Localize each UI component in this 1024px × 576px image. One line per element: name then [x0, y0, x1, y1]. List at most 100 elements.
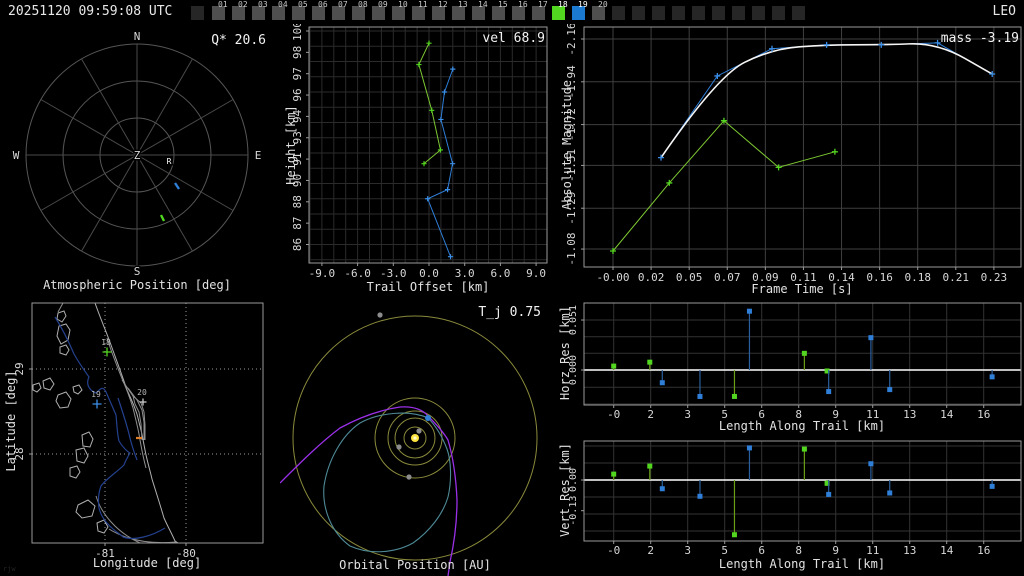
lake-outline [75, 499, 96, 519]
data-marker-plus [831, 148, 838, 155]
tick-label: 0.0 [419, 267, 439, 280]
lake-outline [69, 465, 81, 479]
data-marker-plus [714, 72, 721, 79]
tisserand-value: T_j 0.75 [478, 305, 541, 320]
frame-number: 07 [338, 0, 348, 9]
planet-dot [406, 474, 412, 480]
frame-number: 06 [318, 0, 328, 9]
tick-label: 16 [977, 544, 990, 557]
meteor-streak-green [159, 214, 166, 222]
frame-thumb-blank[interactable] [612, 6, 625, 20]
data-marker-plus [426, 40, 432, 46]
data-marker-plus [823, 41, 830, 48]
q-star-value: Q* 20.6 [211, 33, 266, 48]
stem-marker [659, 486, 665, 492]
tick-label: 96 [291, 88, 304, 101]
tick-label: -0 [607, 544, 620, 557]
planet-dot [377, 312, 383, 318]
frame-thumb-blank[interactable] [191, 6, 204, 20]
frame-thumb-blank[interactable] [632, 6, 645, 20]
tick-label: 0.07 [714, 271, 741, 284]
atmos-xlabel: Atmospheric Position [deg] [43, 278, 231, 292]
planet-dot [396, 444, 402, 450]
frame-number: 17 [538, 0, 548, 9]
trail-xlabel: Trail Offset [km] [366, 280, 490, 294]
utc-timestamp: 20251120 09:59:08 UTC [8, 4, 173, 19]
tick-label: 16 [977, 408, 990, 421]
data-marker-plus [450, 66, 456, 72]
tick-label: 87 [291, 217, 304, 230]
lake-outline [55, 391, 72, 409]
ground-map-plot: 1819 20-81 -802928 [13, 302, 264, 560]
frame-number: 14 [478, 0, 488, 9]
horz-xlabel: Length Along Trail [km] [718, 419, 886, 433]
panel-trail-offset: -9.0 -6.0 -3.0 0.0 3.0 6.0 9.0 100 98 97 96 94 93 91 9… [280, 24, 550, 300]
stem-marker [989, 483, 995, 489]
frame-thumb-blank[interactable] [692, 6, 705, 20]
frame-number: 18 [558, 0, 568, 9]
mass-value: mass -3.19 [940, 31, 1019, 46]
label-north: N [134, 30, 141, 43]
tick-label: 11 [866, 544, 879, 557]
frame-thumb-blank[interactable] [712, 6, 725, 20]
lake-outline [32, 382, 42, 393]
frame-number: 01 [218, 0, 228, 9]
tick-label: 3 [684, 544, 691, 557]
frame-number: 05 [298, 0, 308, 9]
earth-dot [425, 415, 431, 421]
frame-number: 11 [418, 0, 428, 9]
data-marker-plus [441, 89, 448, 95]
station-frame-label: 20 [137, 388, 147, 397]
lake-outline [81, 431, 94, 448]
frame-thumb-blank[interactable] [652, 6, 665, 20]
tick-label: 2 [647, 544, 654, 557]
tick-label: 2 [647, 408, 654, 421]
tick-label: 13 [903, 408, 916, 421]
frame-thumb-blank[interactable] [752, 6, 765, 20]
stem-marker [611, 471, 617, 477]
trail-ylabel: Height [km] [284, 105, 298, 185]
tick-label: -0 [607, 408, 620, 421]
station-label: LEO [992, 4, 1016, 19]
stem-marker [659, 380, 665, 386]
coastline [57, 303, 64, 313]
tick-label: 0.05 [676, 271, 703, 284]
station-frame-label: 18 [101, 338, 111, 347]
label-west: W [13, 149, 20, 162]
vert-ylabel: Vert Res [km] [558, 443, 572, 537]
meteor-streak-blue [174, 182, 180, 190]
frame-thumb-blank[interactable] [772, 6, 785, 20]
stem-marker [746, 445, 752, 451]
radiant-marker: R [167, 157, 172, 166]
tick-label: 3.0 [455, 267, 475, 280]
horz-ylabel: Horz Res [km] [558, 306, 572, 400]
tick-label: 8 [795, 544, 802, 557]
stem-marker [868, 335, 874, 341]
tick-label: -3.0 [380, 267, 407, 280]
stem-marker [697, 393, 703, 399]
frame-thumb-blank[interactable] [732, 6, 745, 20]
map-xlabel: Longitude [deg] [92, 556, 202, 570]
stem-marker [826, 389, 832, 395]
stem-marker [647, 359, 653, 365]
frame-number: 16 [518, 0, 528, 9]
trail-series-blue [427, 68, 454, 257]
tick-label: 100 [291, 24, 304, 41]
stem-marker [887, 490, 893, 496]
lake-outline [56, 310, 67, 323]
app-root: 20251120 09:59:08 UTC 01 02 03 04 05 06 07 08 09… [0, 0, 1024, 576]
velocity-value: vel 68.9 [482, 31, 545, 46]
frame-thumb-blank[interactable] [672, 6, 685, 20]
frame-number: 12 [438, 0, 448, 9]
map-layers: 18 19 20 [32, 303, 263, 543]
frame-number: 09 [378, 0, 388, 9]
stem-marker [868, 461, 874, 467]
panel-ground-map: 18 19 20 -81 -80 29 28 Longitude [deg] Latitud… [0, 300, 280, 576]
mag-series-blue [660, 42, 993, 158]
tick-label: 6 [758, 544, 765, 557]
tick-label: -0.00 [596, 271, 629, 284]
stem-marker [887, 387, 893, 393]
stem-marker [801, 350, 807, 356]
frame-thumb-blank[interactable] [792, 6, 805, 20]
tick-label: 3 [684, 408, 691, 421]
